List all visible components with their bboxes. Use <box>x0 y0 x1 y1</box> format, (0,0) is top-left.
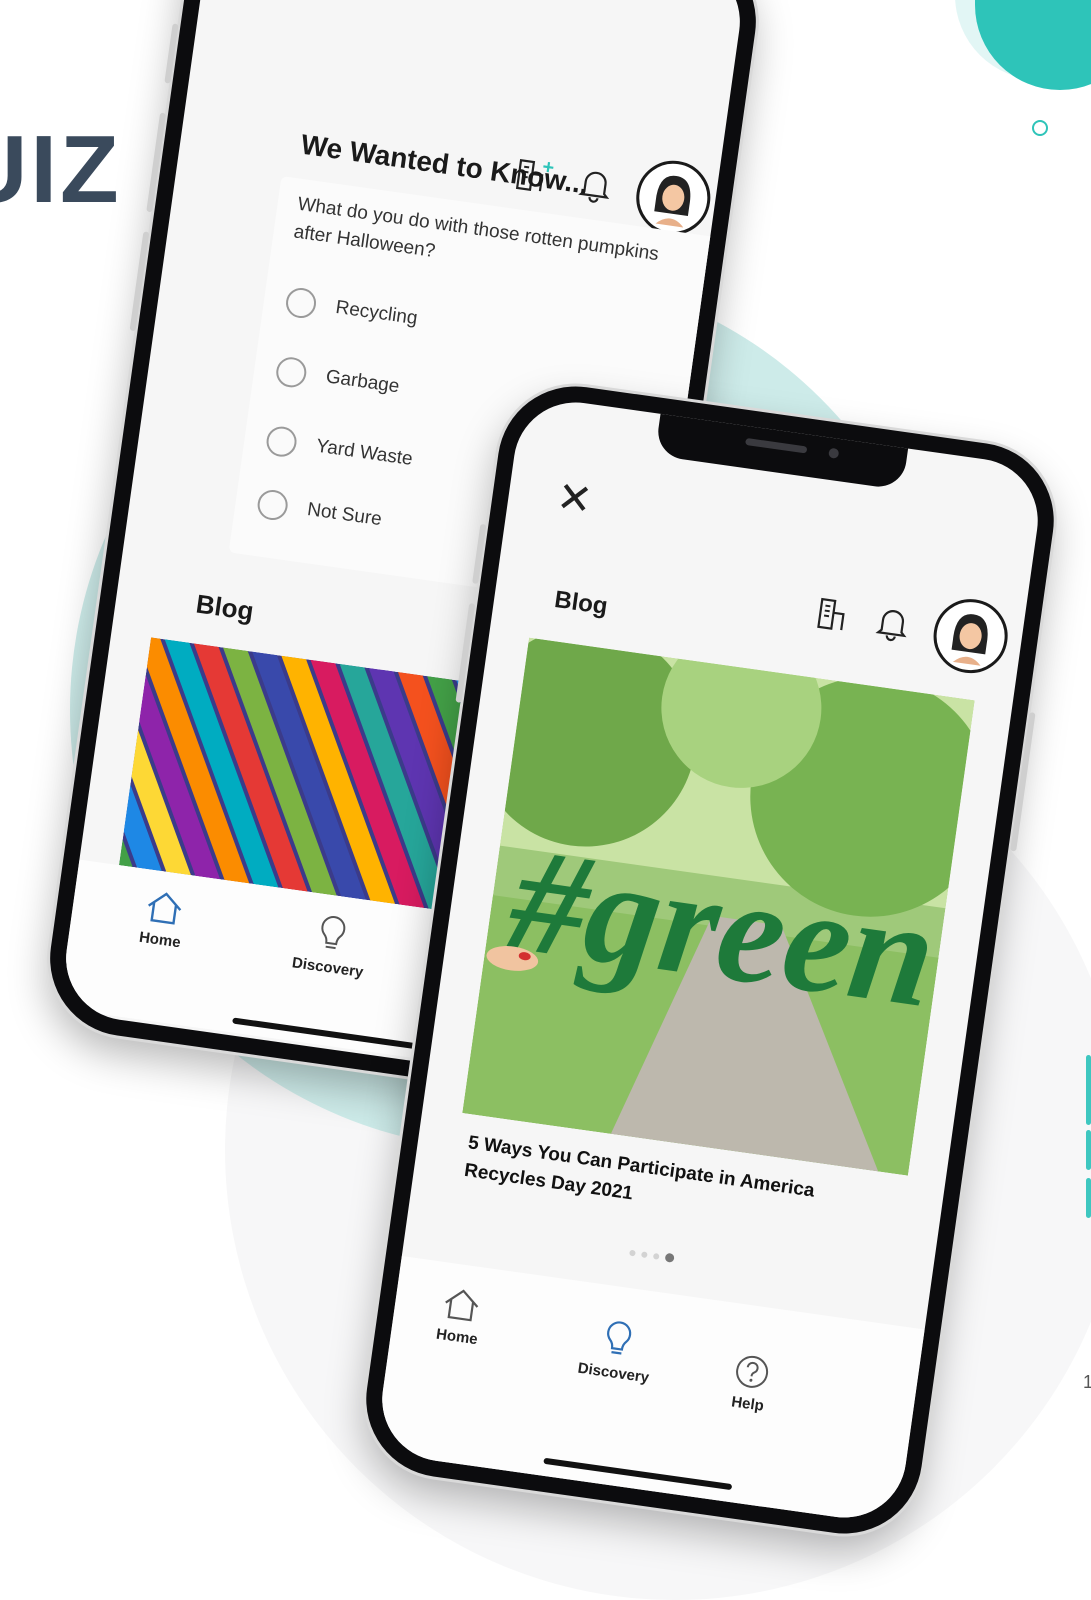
radio-button[interactable] <box>284 286 318 320</box>
option-label: Yard Waste <box>314 435 414 470</box>
tab-label: Discovery <box>290 954 365 982</box>
phone-side-button <box>164 23 179 84</box>
phone-side-button <box>1010 712 1036 852</box>
tab-discovery[interactable]: Discovery <box>577 1314 657 1386</box>
quiz-option[interactable]: Recycling <box>284 286 419 334</box>
edge-stripe <box>1086 1055 1091 1125</box>
phone-side-button <box>146 112 167 213</box>
home-icon <box>444 1289 479 1322</box>
tab-discovery[interactable]: Discovery <box>291 909 371 981</box>
background-ring <box>1032 120 1048 136</box>
tab-label: Home <box>138 928 182 952</box>
carousel-dot[interactable] <box>641 1250 648 1258</box>
edge-stripe <box>1086 1130 1091 1170</box>
lightbulb-icon <box>321 916 346 950</box>
tab-help[interactable]: Help <box>729 1352 773 1415</box>
tab-label: Help <box>730 1393 765 1415</box>
quiz-option[interactable]: Not Sure <box>255 488 384 535</box>
phone-notch <box>654 411 909 491</box>
phone-side-button <box>129 231 150 332</box>
help-icon <box>736 1355 769 1388</box>
option-label: Recycling <box>334 296 419 330</box>
carousel-dot[interactable] <box>629 1249 636 1256</box>
header-icons <box>810 578 1013 678</box>
close-icon[interactable]: ✕ <box>554 472 595 523</box>
building-icon[interactable] <box>812 592 854 642</box>
carousel-dot-active[interactable] <box>664 1252 675 1263</box>
quiz-option[interactable]: Garbage <box>274 355 401 402</box>
option-label: Garbage <box>324 366 401 398</box>
edge-stripe <box>1086 1178 1091 1218</box>
bell-icon[interactable] <box>872 601 914 649</box>
radio-button[interactable] <box>255 488 290 522</box>
blog-heading: Blog <box>552 586 610 621</box>
home-icon <box>147 892 182 925</box>
lightbulb-icon <box>606 1321 632 1355</box>
tab-home[interactable]: Home <box>138 887 187 951</box>
green-sign-park-image[interactable]: #green <box>462 637 975 1176</box>
camera <box>828 447 840 459</box>
speaker <box>745 437 808 454</box>
tab-label: Home <box>435 1325 479 1349</box>
blog-heading: Blog <box>194 588 256 627</box>
avatar[interactable] <box>928 594 1013 678</box>
option-label: Not Sure <box>305 498 384 531</box>
background-blob-teal <box>975 0 1091 90</box>
quiz-option[interactable]: Yard Waste <box>264 424 415 475</box>
tab-home[interactable]: Home <box>435 1284 484 1348</box>
carousel-dots[interactable] <box>629 1248 675 1263</box>
tab-label: Discovery <box>576 1359 651 1387</box>
radio-button[interactable] <box>264 424 299 459</box>
carousel-dot[interactable] <box>652 1252 660 1260</box>
radio-button[interactable] <box>274 355 309 390</box>
page-number: 1 <box>1083 1372 1091 1392</box>
page-title: UIZ <box>0 116 122 223</box>
